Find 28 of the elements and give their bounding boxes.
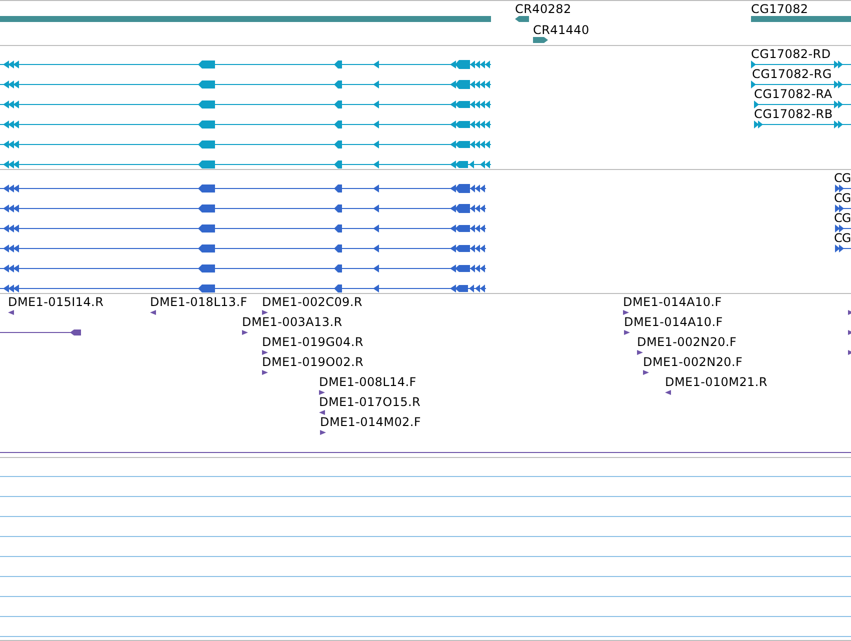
clone-label: DME1-017O15.R	[319, 395, 421, 409]
transcript-label: CG	[834, 171, 851, 185]
clone-label: DME1-014A10.F	[623, 295, 722, 309]
clone-label: DME1-003A13.R	[242, 315, 342, 329]
clone-label: DME1-015I14.R	[8, 295, 104, 309]
clone-label: DME1-018L13.F	[150, 295, 248, 309]
clone-label: DME1-010M21.R	[665, 375, 768, 389]
clone-label: DME1-014M02.F	[320, 415, 421, 429]
clone-label: DME1-008L14.F	[319, 375, 416, 389]
transcript-label: CG	[834, 211, 851, 225]
gene-label: CG17082	[751, 2, 808, 16]
transcript-label: CG17082-RB	[754, 107, 833, 121]
transcript-label: CG17082-RG	[752, 67, 832, 81]
clone-label: DME1-019G04.R	[262, 335, 364, 349]
marker-icon	[848, 330, 851, 335]
clone-label: DME1-002C09.R	[262, 295, 362, 309]
clone-label: DME1-019O02.R	[262, 355, 364, 369]
transcript-label: CG	[834, 231, 851, 245]
marker-icon	[848, 310, 851, 315]
clone-label: DME1-014A10.F	[624, 315, 723, 329]
transcript-label: CG17082-RD	[751, 47, 831, 61]
gene-label: CR41440	[533, 23, 590, 37]
marker-icon	[848, 350, 851, 355]
clone-label: DME1-002N20.F	[637, 335, 737, 349]
clone-label: DME1-002N20.F	[643, 355, 743, 369]
transcript-label: CG	[834, 191, 851, 205]
transcript-label: CG17082-RA	[754, 87, 832, 101]
gene-label: CR40282	[515, 2, 572, 16]
